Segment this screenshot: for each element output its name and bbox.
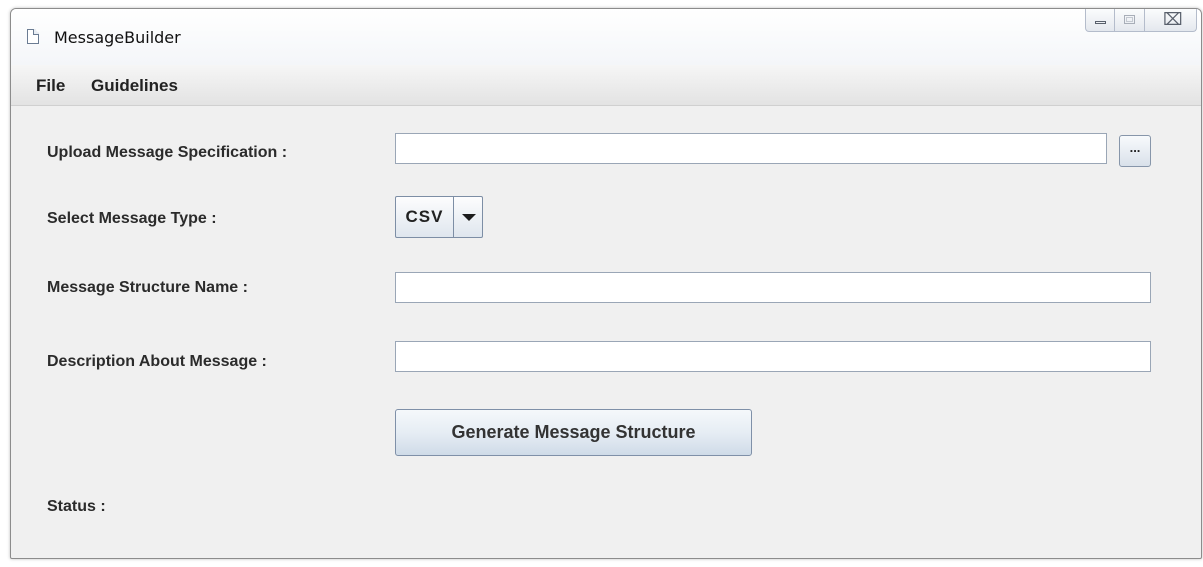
- app-window: MessageBuilder ⌧ File Guidelines Upload …: [10, 8, 1202, 559]
- status-label: Status :: [47, 498, 106, 515]
- document-icon: [27, 29, 39, 44]
- structure-name-label: Message Structure Name :: [47, 279, 248, 296]
- minimize-icon: [1095, 21, 1106, 24]
- description-input[interactable]: [395, 341, 1151, 372]
- chevron-down-icon: [462, 214, 476, 221]
- title-bar[interactable]: MessageBuilder ⌧: [11, 9, 1201, 65]
- minimize-button[interactable]: [1085, 9, 1115, 32]
- close-icon: ⌧: [1163, 10, 1183, 30]
- close-button[interactable]: ⌧: [1145, 9, 1197, 32]
- window-title: MessageBuilder: [54, 28, 181, 47]
- menu-guidelines[interactable]: Guidelines: [91, 76, 178, 96]
- description-label: Description About Message :: [47, 353, 267, 370]
- maximize-button[interactable]: [1115, 9, 1145, 32]
- menu-bar: File Guidelines: [11, 65, 1201, 106]
- upload-spec-label: Upload Message Specification :: [47, 144, 288, 161]
- message-type-select[interactable]: CSV: [395, 196, 483, 238]
- dropdown-arrow-button[interactable]: [454, 197, 482, 237]
- browse-button[interactable]: ...: [1119, 135, 1151, 167]
- maximize-icon: [1124, 15, 1135, 24]
- upload-spec-input[interactable]: [395, 133, 1107, 164]
- structure-name-input[interactable]: [395, 272, 1151, 303]
- message-type-value: CSV: [396, 197, 454, 237]
- window-controls: ⌧: [1085, 9, 1197, 33]
- menu-file[interactable]: File: [36, 76, 65, 96]
- generate-structure-button[interactable]: Generate Message Structure: [395, 409, 752, 456]
- message-type-label: Select Message Type :: [47, 210, 217, 227]
